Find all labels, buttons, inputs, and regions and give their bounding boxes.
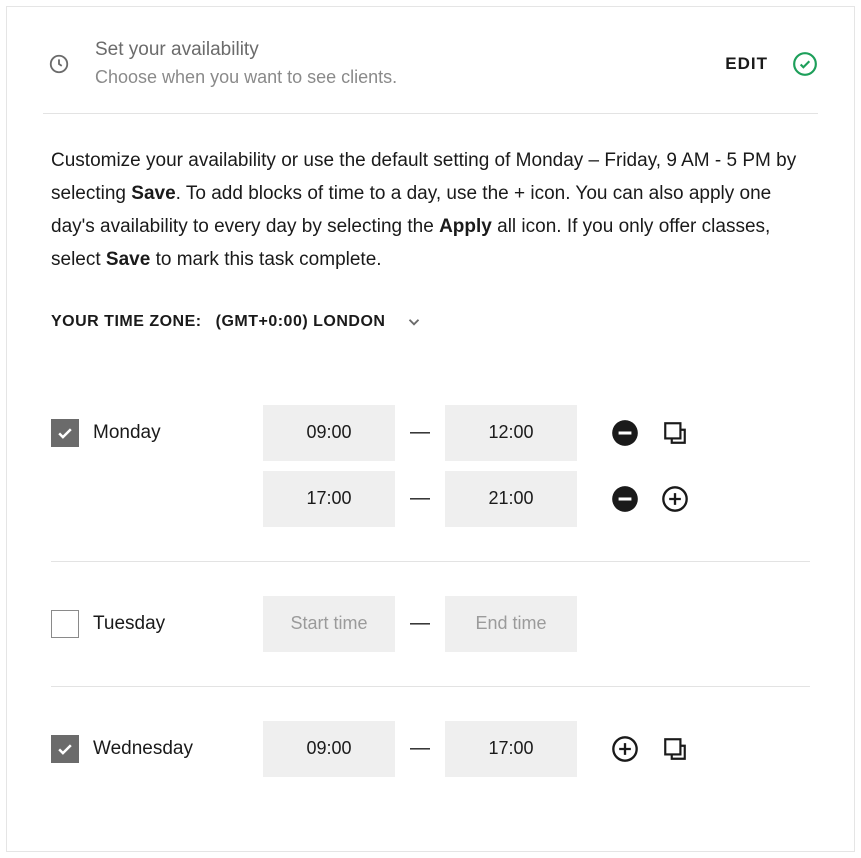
dash: — bbox=[395, 737, 445, 760]
remove-slot-button[interactable] bbox=[611, 485, 639, 513]
header-subtitle: Choose when you want to see clients. bbox=[95, 64, 725, 91]
desc-bold-save: Save bbox=[131, 183, 175, 204]
chevron-down-icon[interactable] bbox=[405, 313, 423, 331]
edit-button[interactable]: EDIT bbox=[725, 54, 768, 74]
apply-all-button[interactable] bbox=[661, 735, 689, 763]
end-time-input[interactable]: 17:00 bbox=[445, 721, 577, 777]
start-time-input[interactable]: Start time bbox=[263, 596, 395, 652]
clock-icon bbox=[47, 52, 71, 76]
checkbox-monday[interactable] bbox=[51, 419, 79, 447]
dash: — bbox=[395, 421, 445, 444]
end-time-input[interactable]: End time bbox=[445, 596, 577, 652]
dash: — bbox=[395, 612, 445, 635]
day-block-wednesday: Wednesday 09:00 — 17:00 bbox=[51, 687, 810, 811]
day-label-wednesday: Wednesday bbox=[93, 738, 263, 760]
complete-check-icon bbox=[792, 51, 818, 77]
dash: — bbox=[395, 487, 445, 510]
remove-slot-button[interactable] bbox=[611, 419, 639, 447]
day-label-tuesday: Tuesday bbox=[93, 613, 263, 635]
start-time-input[interactable]: 09:00 bbox=[263, 721, 395, 777]
desc-part: to mark this task complete. bbox=[150, 249, 381, 270]
timezone-label: YOUR TIME ZONE: bbox=[51, 313, 202, 331]
end-time-input[interactable]: 12:00 bbox=[445, 405, 577, 461]
add-slot-button[interactable] bbox=[611, 735, 639, 763]
day-block-tuesday: Tuesday Start time — End time bbox=[51, 562, 810, 687]
timezone-row: YOUR TIME ZONE: (GMT+0:00) LONDON bbox=[7, 277, 854, 351]
day-label-monday: Monday bbox=[93, 422, 263, 444]
timezone-value: (GMT+0:00) LONDON bbox=[216, 313, 386, 331]
desc-bold-apply: Apply bbox=[439, 216, 492, 237]
apply-all-button[interactable] bbox=[661, 419, 689, 447]
start-time-input[interactable]: 09:00 bbox=[263, 405, 395, 461]
header-row: Set your availability Choose when you wa… bbox=[7, 7, 854, 113]
start-time-input[interactable]: 17:00 bbox=[263, 471, 395, 527]
day-block-monday: Monday 09:00 — 12:00 bbox=[51, 371, 810, 562]
add-slot-button[interactable] bbox=[661, 485, 689, 513]
checkbox-wednesday[interactable] bbox=[51, 735, 79, 763]
header-title: Set your availability bbox=[95, 37, 725, 64]
desc-bold-save2: Save bbox=[106, 249, 150, 270]
description-text: Customize your availability or use the d… bbox=[7, 114, 854, 277]
end-time-input[interactable]: 21:00 bbox=[445, 471, 577, 527]
checkbox-tuesday[interactable] bbox=[51, 610, 79, 638]
